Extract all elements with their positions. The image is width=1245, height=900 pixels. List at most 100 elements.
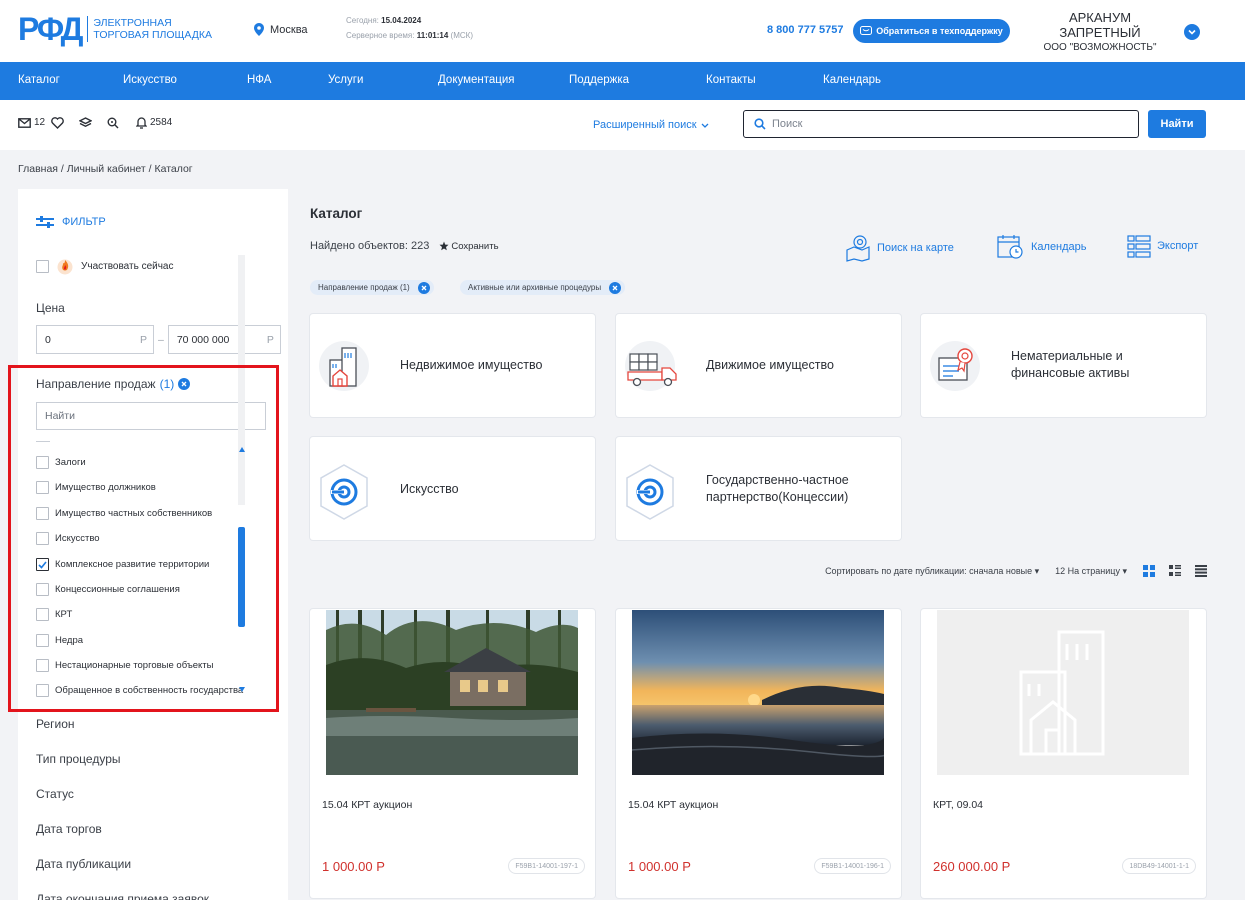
price-range-dash: – (158, 333, 164, 346)
map-search-button[interactable]: Поиск на карте (845, 234, 954, 262)
filter-section-status[interactable]: Статус (36, 787, 74, 801)
truck-icon (625, 341, 677, 391)
breadcrumb[interactable]: Главная / Личный кабинет / Каталог (18, 163, 193, 175)
filter-section-auction-date[interactable]: Дата торгов (36, 822, 102, 836)
product-code: 18DB49-14001-1-1 (1122, 858, 1196, 874)
product-price: 1 000.00 Р (628, 859, 691, 874)
save-search-button[interactable]: Сохранить (439, 241, 499, 252)
product-card[interactable]: 15.04 КРТ аукцион 1 000.00 Р F59B1-14001… (310, 609, 595, 898)
calendar-label: Календарь (1031, 241, 1087, 253)
brand-emblem-icon (626, 464, 674, 520)
product-card[interactable]: 15.04 КРТ аукцион 1 000.00 Р F59B1-14001… (616, 609, 901, 898)
remove-chip-icon[interactable] (609, 281, 622, 294)
filter-section-procedure-type[interactable]: Тип процедуры (36, 752, 121, 766)
remove-chip-icon[interactable] (417, 281, 430, 294)
per-page-dropdown[interactable]: 12 На страницу ▾ (1055, 566, 1127, 577)
product-title[interactable]: КРТ, 09.04 (933, 799, 983, 811)
product-card[interactable]: КРТ, 09.04 260 000.00 Р 18DB49-14001-1-1 (921, 609, 1206, 898)
chat-icon (860, 25, 873, 35)
product-title[interactable]: 15.04 КРТ аукцион (628, 799, 718, 811)
favorites-button[interactable] (51, 117, 64, 129)
participate-now-option[interactable]: Участвовать сейчас (36, 257, 174, 275)
support-button-label: Обратиться в техподдержку (876, 26, 1003, 36)
product-title[interactable]: 15.04 КРТ аукцион (322, 799, 412, 811)
nav-item-catalog[interactable]: Каталог (18, 74, 60, 86)
nav-item-services[interactable]: Услуги (328, 74, 363, 86)
results-summary: Найдено объектов: 223 Сохранить (310, 240, 499, 252)
filter-chip-active-archive[interactable]: Активные или архивные процедуры (460, 280, 626, 295)
category-card-ppp[interactable]: Государственно-частное партнерство(Конце… (616, 437, 901, 540)
page-title: Каталог (310, 206, 363, 221)
category-card-intangible[interactable]: Нематериальные и финансовые активы (921, 314, 1206, 417)
logo[interactable]: РФД Электронная торговая площадка (18, 13, 212, 45)
user-profile[interactable]: АРКАНУМ ЗАПРЕТНЫЙ ООО "ВОЗМОЖНОСТЬ" (1030, 10, 1170, 55)
filter-title[interactable]: Фильтр (36, 216, 106, 228)
nav-item-contacts[interactable]: Контакты (706, 74, 756, 86)
category-name: Нематериальные и финансовые активы (1011, 348, 1129, 382)
today-label: Сегодня: (346, 16, 379, 25)
city-selector[interactable]: Москва (254, 23, 308, 36)
price-to-value: 70 000 000 (176, 333, 230, 346)
search-field[interactable] (743, 110, 1139, 138)
participate-checkbox[interactable] (36, 259, 49, 273)
filter-chip-direction[interactable]: Направление продаж (1) (310, 280, 434, 295)
nav-item-support[interactable]: Поддержка (569, 74, 629, 86)
filter-section-publication-date[interactable]: Дата публикации (36, 857, 131, 871)
product-image-sunset-beach (632, 610, 884, 775)
flame-icon (57, 259, 73, 275)
layers-button[interactable] (79, 117, 92, 129)
search-input[interactable] (772, 118, 1112, 130)
city-name: Москва (270, 23, 308, 36)
advanced-search-toggle[interactable]: Расширенный поиск (593, 119, 709, 131)
server-time-label: Серверное время: (346, 31, 415, 40)
nav-item-nfa[interactable]: НФА (247, 74, 271, 86)
highlight-frame (8, 365, 279, 712)
category-name-line1: Нематериальные и (1011, 349, 1123, 363)
filter-chip-label: Направление продаж (1) (318, 283, 410, 292)
found-count: Найдено объектов: 223 (310, 240, 430, 252)
location-pin-icon (254, 23, 264, 36)
filter-section-application-end-date[interactable]: Дата окончания приема заявок (36, 892, 209, 900)
export-button[interactable]: Экспорт (1127, 234, 1198, 258)
heart-icon (51, 117, 64, 129)
map-search-label: Поиск на карте (877, 242, 954, 254)
participate-label: Участвовать сейчас (81, 260, 174, 272)
messages-button[interactable]: 12 (18, 117, 45, 128)
list-export-icon (1127, 235, 1151, 258)
logo-text: Электронная торговая площадка (93, 17, 212, 41)
support-button[interactable]: Обратиться в техподдержку (853, 19, 1010, 43)
grid-view-icon[interactable] (1143, 565, 1155, 577)
product-price: 1 000.00 Р (322, 859, 385, 874)
price-to-currency: Р (266, 333, 274, 346)
category-card-real-estate[interactable]: Недвижимое имущество (310, 314, 595, 417)
user-menu-chevron-icon[interactable] (1184, 24, 1200, 40)
advanced-search-label: Расширенный поиск (593, 119, 697, 131)
phone-number[interactable]: 8 800 777 5757 (767, 24, 843, 36)
nav-item-documentation[interactable]: Документация (438, 74, 515, 86)
filter-section-region[interactable]: Регион (36, 717, 75, 731)
product-image-placeholder (937, 610, 1189, 775)
notifications-button[interactable]: 2584 (136, 116, 172, 129)
nav-item-calendar[interactable]: Календарь (823, 74, 881, 86)
zoom-icon (107, 117, 119, 129)
map-pin-icon (846, 235, 870, 262)
nav-item-art[interactable]: Искусство (123, 74, 177, 86)
zoom-search-button[interactable] (107, 117, 119, 129)
today-value: 15.04.2024 (381, 16, 422, 25)
product-code: F59B1-14001-197-1 (508, 858, 585, 874)
category-card-movable[interactable]: Движимое имущество (616, 314, 901, 417)
user-org: ООО "ВОЗМОЖНОСТЬ" (1043, 42, 1157, 53)
category-card-art[interactable]: Искусство (310, 437, 595, 540)
list-view-icon[interactable] (1195, 565, 1207, 577)
list-detail-view-icon[interactable] (1169, 565, 1181, 577)
bell-icon (136, 117, 147, 129)
sort-dropdown[interactable]: Сортировать по дате публикации: сначала … (825, 566, 1039, 577)
product-image-lake-house (326, 610, 578, 775)
filter-title-label: Фильтр (62, 216, 106, 228)
price-to-field[interactable]: 70 000 000 Р (167, 325, 281, 354)
logo-text-line2: торговая площадка (93, 29, 212, 41)
price-from-field[interactable]: 0 Р (36, 325, 154, 354)
calendar-button[interactable]: Календарь (997, 234, 1087, 260)
building-icon (319, 341, 369, 391)
find-button[interactable]: Найти (1148, 110, 1206, 138)
